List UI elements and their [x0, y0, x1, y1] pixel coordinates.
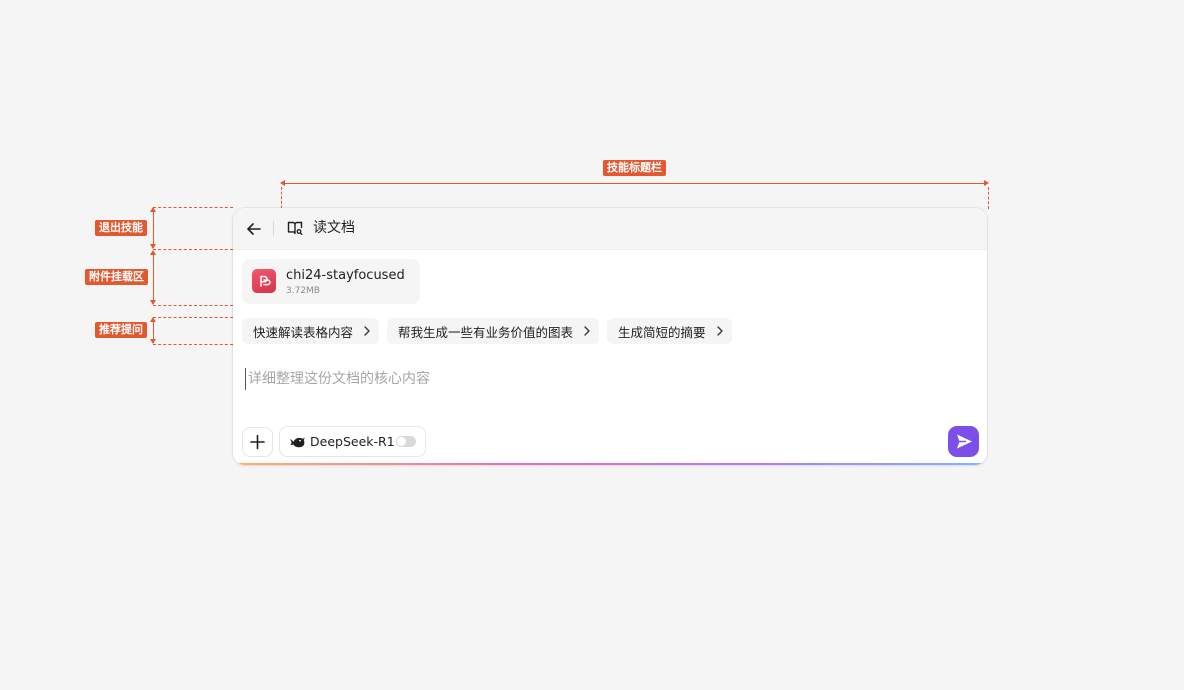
annotation-attachment-arrow-down [150, 300, 156, 305]
model-label: DeepSeek-R1 [310, 434, 395, 449]
document-skill-card: 读文档 chi24-stayfocused 3.72MB 快速解读表格内容 帮我… [233, 208, 987, 465]
annotation-suggestions-tag: 推荐提问 [95, 322, 147, 338]
chevron-right-icon [364, 326, 370, 336]
annotation-attachment-arrow-up [150, 250, 156, 255]
annotation-arrow-right [984, 180, 989, 186]
annotation-suggestions-arrow-up [150, 317, 156, 322]
deepseek-whale-icon [290, 436, 305, 448]
model-selector[interactable]: DeepSeek-R1 [279, 426, 426, 457]
attachment-file-size: 3.72MB [286, 286, 320, 296]
chevron-right-icon [716, 326, 723, 336]
annotation-suggestions-top-guide [153, 317, 233, 318]
attachment-file-card[interactable]: chi24-stayfocused 3.72MB [242, 259, 420, 304]
send-button[interactable] [948, 426, 979, 457]
title-divider [273, 221, 274, 236]
annotation-attachment-line [153, 253, 154, 303]
suggestion-label: 生成简短的摘要 [618, 324, 706, 340]
annotation-exit-skill-arrow-down [150, 244, 156, 249]
annotation-exit-skill-line [153, 210, 154, 246]
chevron-right-icon [584, 326, 590, 336]
suggestion-label: 帮我生成一些有业务价值的图表 [398, 324, 574, 340]
suggestion-chip[interactable]: 快速解读表格内容 [242, 318, 380, 344]
annotation-title-bar-line [283, 183, 987, 184]
deep-thinking-toggle[interactable] [396, 436, 416, 447]
annotation-suggestions-bottom-guide [153, 344, 233, 345]
pdf-file-icon [252, 269, 276, 293]
annotation-exit-skill-tag: 退出技能 [95, 220, 147, 236]
plus-icon [250, 434, 265, 450]
card-bottom-gradient [233, 463, 987, 465]
annotation-title-bar-right-guide [988, 187, 989, 209]
annotation-exit-skill-arrow-up [150, 207, 156, 212]
annotation-suggestions-arrow-down [150, 339, 156, 344]
annotation-exit-skill-bottom-guide [153, 249, 233, 250]
prompt-input[interactable] [245, 368, 968, 390]
suggested-questions: 快速解读表格内容 帮我生成一些有业务价值的图表 生成简短的摘要 [242, 318, 732, 344]
suggestion-label: 快速解读表格内容 [253, 324, 354, 340]
skill-title-bar: 读文档 [233, 208, 987, 250]
annotation-attachment-bottom-guide [153, 305, 233, 306]
annotation-attachment-tag: 附件挂载区 [85, 269, 148, 285]
skill-title: 读文档 [313, 220, 355, 236]
add-attachment-button[interactable] [242, 427, 273, 457]
annotation-title-bar-tag: 技能标题栏 [603, 160, 666, 176]
read-document-icon [286, 219, 304, 237]
attachment-file-name: chi24-stayfocused [286, 268, 405, 283]
exit-skill-button[interactable] [244, 219, 264, 239]
arrow-left-icon [247, 223, 261, 235]
annotation-arrow-left [280, 180, 285, 186]
annotation-exit-skill-top-guide [153, 207, 233, 208]
suggestion-chip[interactable]: 帮我生成一些有业务价值的图表 [387, 318, 600, 344]
suggestion-chip[interactable]: 生成简短的摘要 [607, 318, 732, 344]
send-icon [957, 434, 972, 449]
